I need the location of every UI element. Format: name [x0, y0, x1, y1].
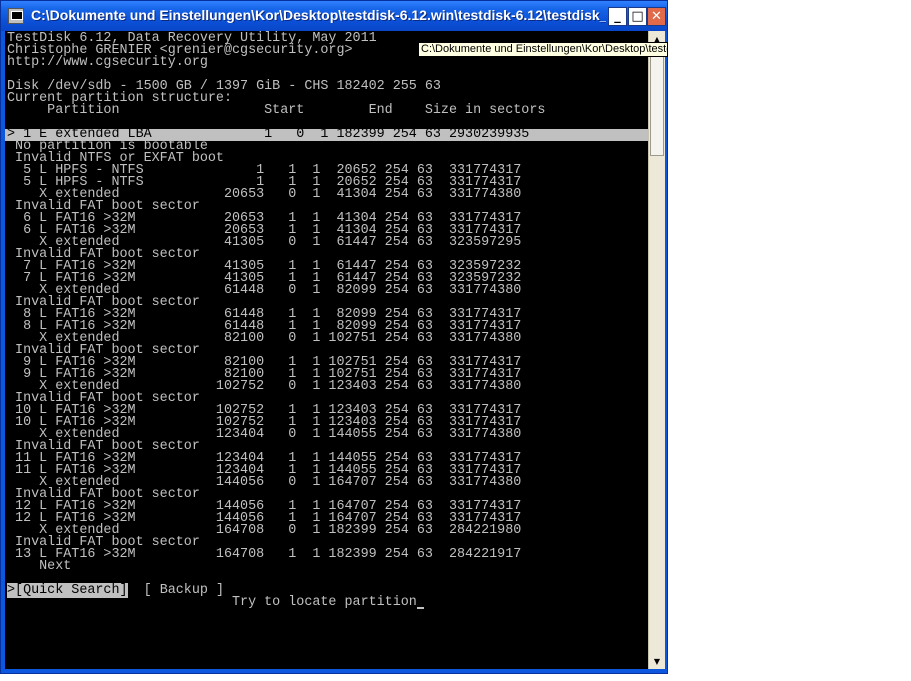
next-page-link[interactable]: Next — [7, 560, 71, 573]
partition-row[interactable]: 13 L FAT16 >32M 164708 1 1 182399 254 63… — [7, 548, 521, 561]
maximize-button[interactable]: □ — [628, 7, 647, 26]
console-app-icon[interactable] — [8, 8, 24, 24]
console-output[interactable]: TestDisk 6.12, Data Recovery Utility, Ma… — [5, 31, 648, 669]
window-title: C:\Dokumente und Einstellungen\Kor\Deskt… — [31, 7, 606, 23]
hint-line: Try to locate partition — [7, 595, 424, 610]
scroll-down-arrow-icon[interactable]: ▼ — [649, 653, 665, 669]
text-cursor — [416, 607, 424, 609]
title-tooltip: C:\Dokumente und Einstellungen\Kor\Deskt… — [418, 42, 668, 57]
header-line: http://www.cgsecurity.org — [7, 55, 208, 70]
column-headers: Partition Start End Size in sectors — [7, 103, 546, 118]
minimize-button[interactable]: _ — [608, 7, 627, 26]
vertical-scrollbar[interactable]: ▲ ▼ — [648, 31, 665, 669]
title-bar[interactable]: C:\Dokumente und Einstellungen\Kor\Deskt… — [1, 1, 667, 31]
hint-text: Try to locate partition — [232, 595, 417, 610]
console-window: C:\Dokumente und Einstellungen\Kor\Deskt… — [0, 0, 668, 674]
close-button[interactable]: ✕ — [647, 7, 666, 26]
scroll-thumb[interactable] — [650, 48, 664, 156]
